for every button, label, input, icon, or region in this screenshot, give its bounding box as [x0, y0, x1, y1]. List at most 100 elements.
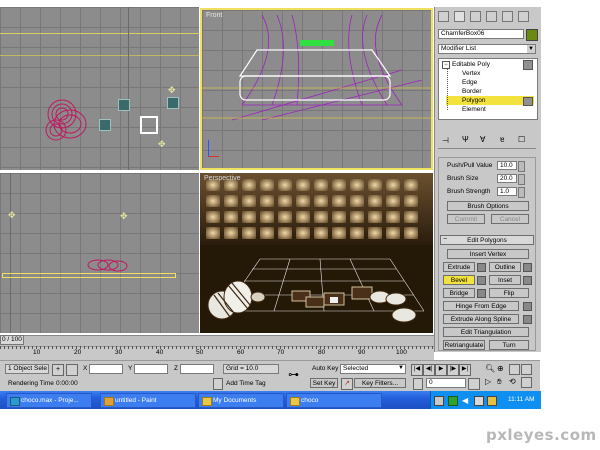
viewport-top-left[interactable]: ✥ ✥ [0, 7, 199, 170]
insert-vertex-button[interactable]: Insert Vertex [447, 249, 529, 259]
stack-item-edge[interactable]: Edge [462, 78, 477, 87]
zoom-extents-icon[interactable] [509, 364, 520, 375]
next-frame-icon[interactable]: |▶ [447, 364, 459, 376]
pin-stack-icon[interactable]: ⊣ [442, 136, 449, 145]
zoom-icon[interactable]: 🔍︎ [485, 364, 495, 373]
zoom-extents-all-icon[interactable] [521, 364, 532, 375]
edit-polygons-rollout[interactable]: Edit Polygons [440, 235, 534, 245]
settings-icon[interactable] [523, 315, 532, 324]
bridge-button[interactable]: Bridge [443, 288, 475, 298]
settings-icon[interactable] [523, 276, 532, 285]
commit-button[interactable]: Commit [447, 214, 485, 224]
settings-icon[interactable] [477, 263, 486, 272]
stack-item-border[interactable]: Border [462, 87, 482, 96]
object-color-swatch[interactable] [526, 29, 538, 41]
settings-icon[interactable] [477, 276, 486, 285]
stack-item-vertex[interactable]: Vertex [462, 69, 480, 78]
z-coordinate-field[interactable] [180, 364, 214, 374]
tray-icon[interactable] [434, 396, 444, 406]
set-key-button[interactable]: Set Key [310, 378, 338, 388]
flip-button[interactable]: Flip [489, 288, 529, 298]
push-pull-spinner[interactable]: 10.0 [497, 161, 517, 170]
utilities-tab-icon[interactable] [518, 11, 529, 22]
settings-icon[interactable] [477, 289, 486, 298]
extrude-along-spline-button[interactable]: Extrude Along Spline [443, 314, 519, 324]
spinner-arrows-icon[interactable] [518, 174, 525, 185]
stack-visibility-icon[interactable] [523, 97, 533, 106]
spinner-arrows-icon[interactable] [518, 161, 525, 172]
stack-editable-poly[interactable]: Editable Poly [452, 60, 490, 69]
display-tab-icon[interactable] [502, 11, 513, 22]
go-to-end-icon[interactable]: ▶| [459, 364, 471, 376]
taskbar-item-choco-max[interactable]: choco.max - Proje... [6, 393, 92, 408]
current-frame-field[interactable]: 0 [426, 378, 466, 388]
inset-button[interactable]: Inset [489, 275, 521, 285]
viewport-label[interactable]: Perspective [204, 175, 241, 182]
key-icon[interactable]: ⊶ [288, 368, 299, 381]
collapse-icon: − [443, 236, 448, 243]
show-end-result-icon[interactable]: Ψ [462, 135, 469, 144]
y-coordinate-field[interactable] [134, 364, 168, 374]
taskbar-item-label: choco [301, 397, 319, 404]
go-to-start-icon[interactable]: |◀ [411, 364, 423, 376]
tick-label: 30 [115, 349, 123, 356]
time-tag-icon[interactable] [213, 378, 223, 390]
viewport-bottom-left[interactable]: ✥ ✥ [0, 173, 199, 333]
set-key-icon[interactable]: ↗ [341, 378, 353, 390]
volume-icon[interactable]: ◀ [462, 396, 468, 405]
settings-icon[interactable] [523, 263, 532, 272]
pan-icon[interactable]: ✋︎ [497, 377, 502, 387]
absolute-mode-icon[interactable] [66, 364, 78, 376]
key-mode-icon[interactable] [413, 378, 423, 390]
field-of-view-icon[interactable]: ▷ [485, 377, 491, 386]
tray-icon[interactable] [474, 396, 484, 406]
maximize-viewport-icon[interactable] [521, 377, 532, 388]
make-unique-icon[interactable]: ∀ [480, 135, 485, 144]
settings-icon[interactable] [523, 302, 532, 311]
extrude-button[interactable]: Extrude [443, 262, 475, 272]
add-time-tag-button[interactable]: Add Time Tag [226, 380, 266, 387]
front-wireframe [202, 14, 431, 121]
tray-icon[interactable] [487, 396, 497, 406]
stack-visibility-icon[interactable] [523, 60, 533, 70]
taskbar-item-choco-folder[interactable]: choco [286, 393, 382, 408]
object-name-field[interactable]: ChamferBox06 [438, 29, 524, 39]
brush-size-spinner[interactable]: 20.0 [497, 174, 517, 183]
modifier-list-dropdown[interactable]: Modifier List [438, 44, 536, 54]
create-tab-icon[interactable] [438, 11, 449, 22]
motion-tab-icon[interactable] [486, 11, 497, 22]
configure-sets-icon[interactable]: ☐ [518, 135, 525, 144]
modify-tab-icon[interactable] [454, 11, 465, 22]
retriangulate-button[interactable]: Retriangulate [443, 340, 485, 350]
cancel-button[interactable]: Cancel [491, 214, 529, 224]
taskbar-item-my-documents[interactable]: My Documents [198, 393, 284, 408]
taskbar-item-paint[interactable]: untitled - Paint [100, 393, 196, 408]
key-selection-dropdown[interactable]: Selected [340, 364, 406, 374]
previous-frame-icon[interactable]: ◀| [423, 364, 435, 376]
hierarchy-tab-icon[interactable] [470, 11, 481, 22]
chevron-down-icon[interactable]: ▼ [398, 365, 404, 371]
hinge-from-edge-button[interactable]: Hinge From Edge [443, 301, 519, 311]
auto-key-button[interactable]: Auto Key [312, 365, 338, 372]
turn-button[interactable]: Turn [489, 340, 529, 350]
play-icon[interactable]: ▶ [435, 364, 447, 376]
lock-selection-icon[interactable]: + [52, 364, 64, 376]
viewport-perspective[interactable]: Perspective [200, 173, 433, 333]
x-coordinate-field[interactable] [89, 364, 123, 374]
chevron-down-icon[interactable]: ▼ [527, 45, 535, 53]
bevel-button[interactable]: Bevel [443, 275, 475, 285]
zoom-all-icon[interactable]: ⊕ [497, 364, 504, 373]
orbit-icon[interactable]: ⟲ [509, 377, 516, 386]
stack-item-polygon[interactable]: Polygon [462, 96, 486, 105]
remove-modifier-icon[interactable]: ɐ [500, 135, 504, 144]
time-config-icon[interactable] [468, 378, 480, 390]
key-filters-button[interactable]: Key Filters... [354, 378, 406, 388]
edit-triangulation-button[interactable]: Edit Triangulation [443, 327, 529, 337]
spinner-arrows-icon[interactable] [518, 187, 525, 198]
stack-item-element[interactable]: Element [462, 105, 486, 114]
outline-button[interactable]: Outline [489, 262, 521, 272]
brush-strength-spinner[interactable]: 1.0 [497, 187, 517, 196]
network-icon[interactable] [448, 396, 458, 406]
brush-options-button[interactable]: Brush Options [447, 201, 529, 211]
viewport-front[interactable]: Front [200, 8, 433, 170]
